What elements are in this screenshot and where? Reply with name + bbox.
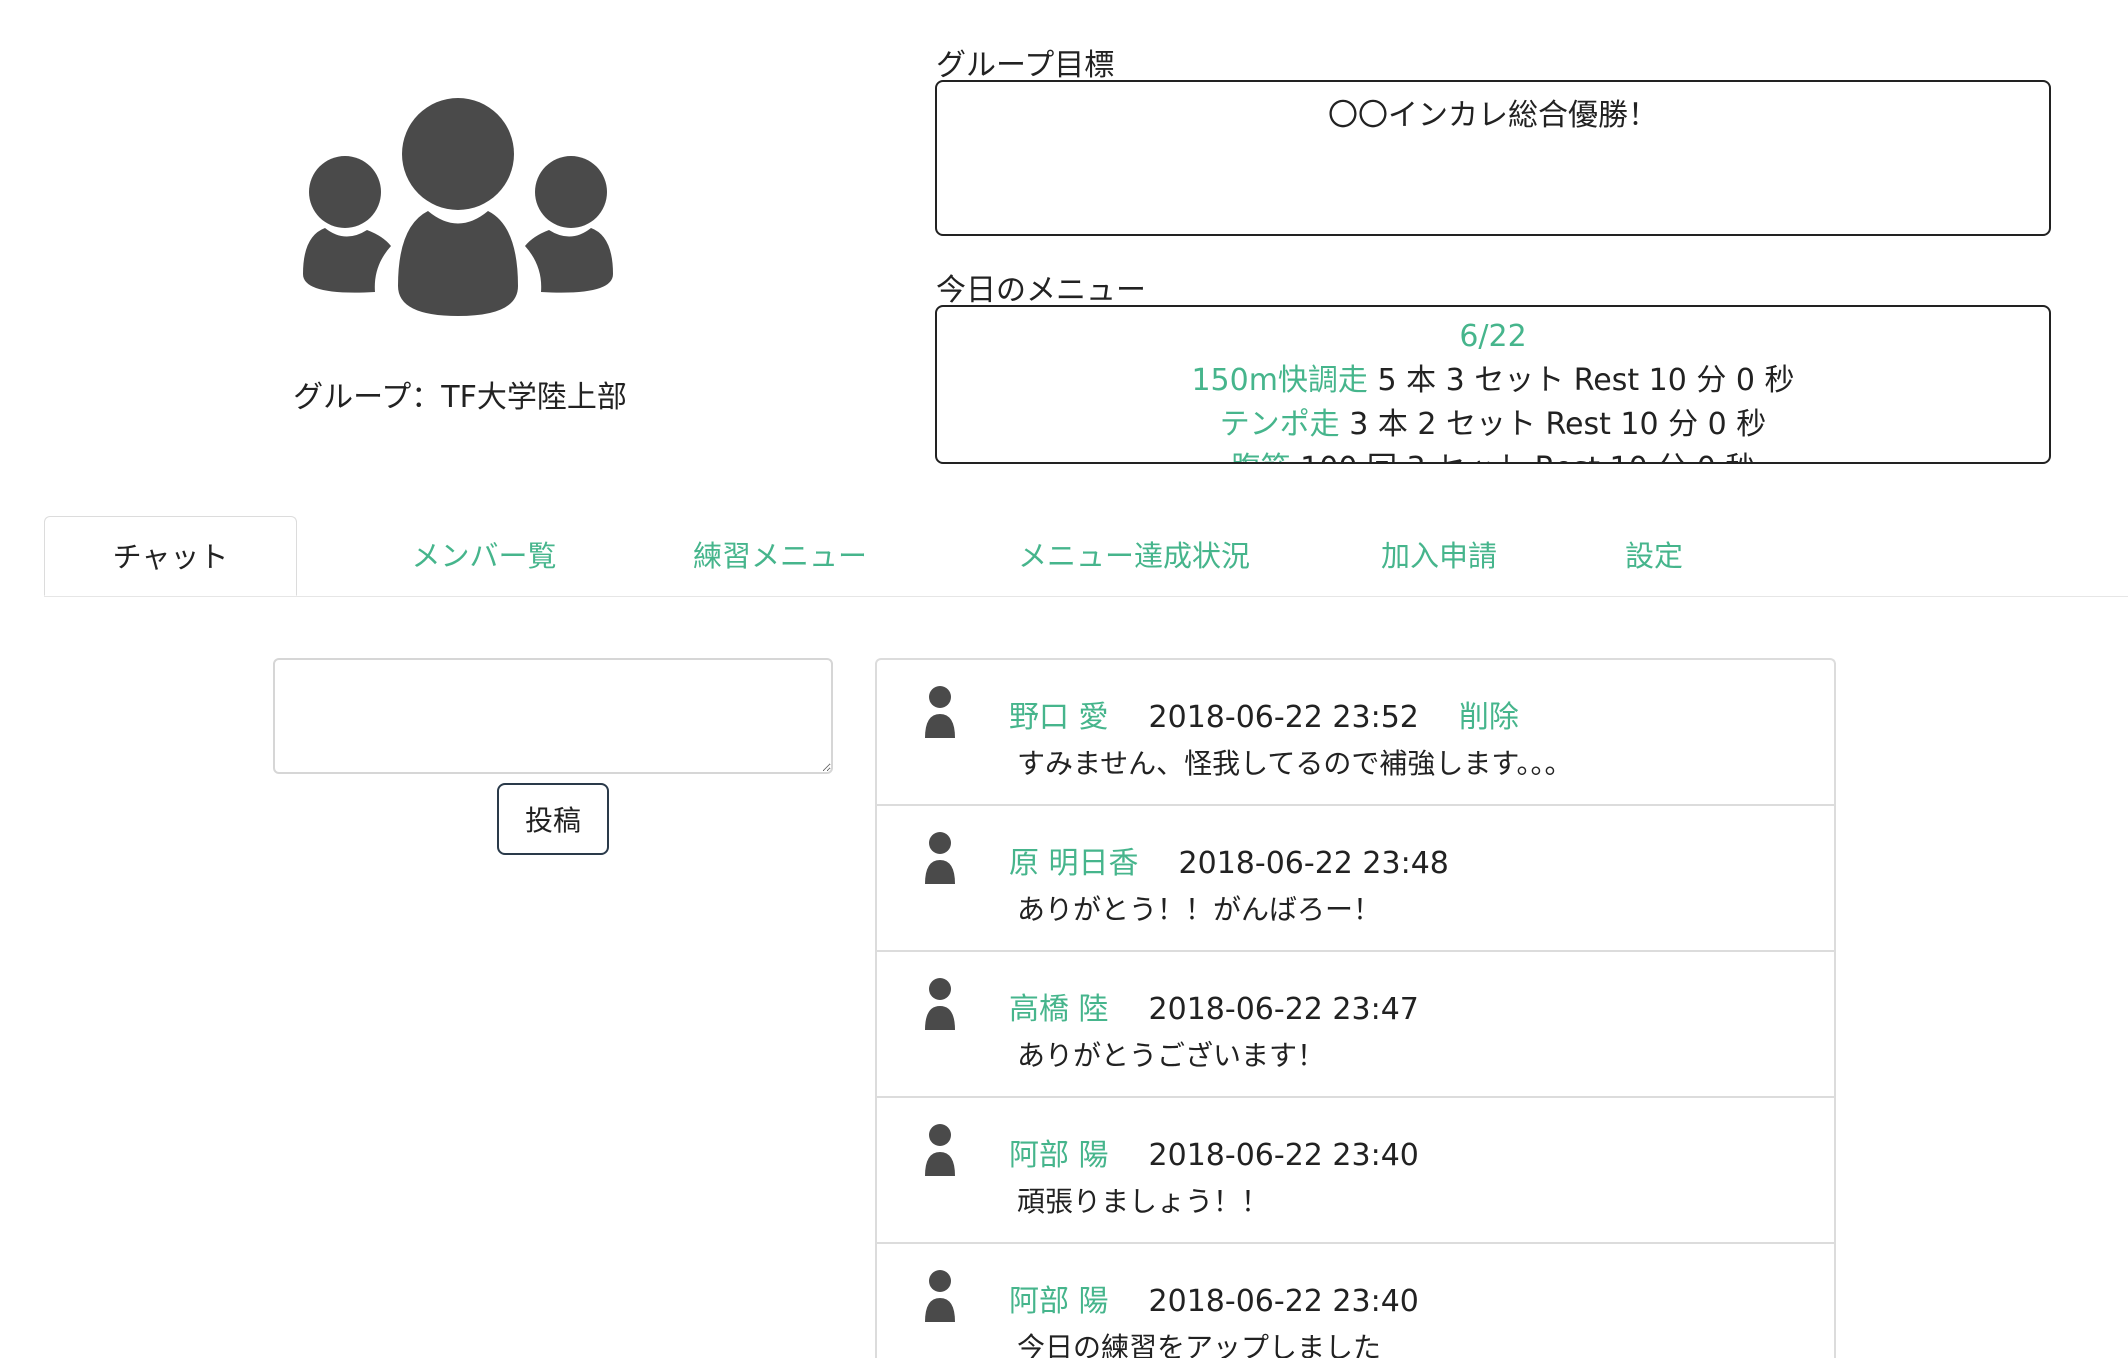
menu-date: 6/22	[1459, 319, 1527, 354]
chat-message-header: 高橋 陸 2018-06-22 23:47	[1009, 984, 1459, 1028]
goal-label: グループ目標	[936, 48, 1115, 83]
chat-message-author[interactable]: 阿部 陽	[1009, 1284, 1109, 1319]
chat-message-header: 野口 愛 2018-06-22 23:52 削除	[1009, 692, 1519, 736]
menu-item: 150m快調走 5 本 3 セット Rest 10 分 0 秒	[937, 359, 2049, 403]
goal-box: 〇〇インカレ総合優勝！	[935, 80, 2051, 236]
menu-item-detail: 100 回 3 セット Rest 10 分 0 秒	[1300, 451, 1755, 462]
chat-message-time: 2018-06-22 23:47	[1148, 992, 1419, 1027]
tab-join-requests[interactable]: 加入申請	[1324, 516, 1554, 596]
chat-message-text: 今日の練習をアップしました	[1017, 1331, 1382, 1358]
chat-message-time: 2018-06-22 23:40	[1148, 1138, 1419, 1173]
chat-message-list[interactable]: 野口 愛 2018-06-22 23:52 削除 すみません、怪我してるので補強しま…	[875, 658, 1836, 1358]
chat-message: 高橋 陸 2018-06-22 23:47 ありがとうございます！	[877, 952, 1834, 1098]
menu-item-name: 腹筋	[1231, 451, 1291, 462]
menu-item: テンポ走 3 本 2 セット Rest 10 分 0 秒	[937, 403, 2049, 447]
menu-item: 腹筋 100 回 3 セット Rest 10 分 0 秒	[937, 447, 2049, 462]
chat-message-header: 原 明日香 2018-06-22 23:48	[1009, 838, 1489, 882]
group-users-icon	[303, 98, 613, 316]
menu-label: 今日のメニュー	[936, 273, 1146, 308]
chat-message-author[interactable]: 高橋 陸	[1009, 992, 1109, 1027]
chat-message-header: 阿部 陽 2018-06-22 23:40	[1009, 1276, 1459, 1320]
user-avatar-icon	[925, 978, 955, 1030]
chat-message-time: 2018-06-22 23:48	[1178, 846, 1449, 881]
chat-message: 阿部 陽 2018-06-22 23:40 頑張りましょう！！	[877, 1098, 1834, 1244]
user-avatar-icon	[925, 686, 955, 738]
delete-message-link[interactable]: 削除	[1459, 700, 1519, 735]
chat-message-author[interactable]: 阿部 陽	[1009, 1138, 1109, 1173]
user-avatar-icon	[925, 1270, 955, 1322]
tab-chat[interactable]: チャット	[44, 516, 297, 596]
chat-message-input[interactable]	[273, 658, 833, 774]
menu-item-name: テンポ走	[1219, 407, 1340, 442]
user-avatar-icon	[925, 832, 955, 884]
chat-message: 野口 愛 2018-06-22 23:52 削除 すみません、怪我してるので補強しま…	[877, 660, 1834, 806]
tab-bar: チャット メンバー覧 練習メニュー メニュー達成状況 加入申請 設定	[44, 516, 2128, 597]
tab-practice-menu[interactable]: 練習メニュー	[627, 516, 933, 596]
chat-message-text: すみません、怪我してるので補強します。。。	[1017, 747, 1573, 780]
chat-message-text: ありがとう！！がんばろー！	[1017, 893, 1382, 926]
tab-members[interactable]: メンバー覧	[344, 516, 624, 596]
user-avatar-icon	[925, 1124, 955, 1176]
chat-message-author[interactable]: 原 明日香	[1009, 846, 1139, 881]
chat-message: 阿部 陽 2018-06-22 23:40 今日の練習をアップしました	[877, 1244, 1834, 1358]
menu-item-detail: 3 本 2 セット Rest 10 分 0 秒	[1349, 407, 1767, 442]
chat-message-author[interactable]: 野口 愛	[1009, 700, 1109, 735]
chat-message-header: 阿部 陽 2018-06-22 23:40	[1009, 1130, 1459, 1174]
chat-message-text: 頑張りましょう！！	[1017, 1185, 1270, 1218]
chat-message-time: 2018-06-22 23:40	[1148, 1284, 1419, 1319]
chat-message: 原 明日香 2018-06-22 23:48 ありがとう！！がんばろー！	[877, 806, 1834, 952]
chat-message-time: 2018-06-22 23:52	[1148, 700, 1419, 735]
tab-menu-progress[interactable]: メニュー達成状況	[944, 516, 1324, 596]
menu-item-detail: 5 本 3 セット Rest 10 分 0 秒	[1377, 363, 1795, 398]
group-name: グループ：TF大学陸上部	[293, 380, 627, 415]
tab-settings[interactable]: 設定	[1564, 516, 1744, 596]
goal-text: 〇〇インカレ総合優勝！	[1328, 98, 1658, 133]
post-button[interactable]: 投稿	[497, 783, 609, 855]
chat-message-text: ありがとうございます！	[1017, 1039, 1326, 1072]
menu-box[interactable]: 6/22 150m快調走 5 本 3 セット Rest 10 分 0 秒 テンポ…	[935, 305, 2051, 464]
menu-item-name: 150m快調走	[1191, 363, 1368, 398]
